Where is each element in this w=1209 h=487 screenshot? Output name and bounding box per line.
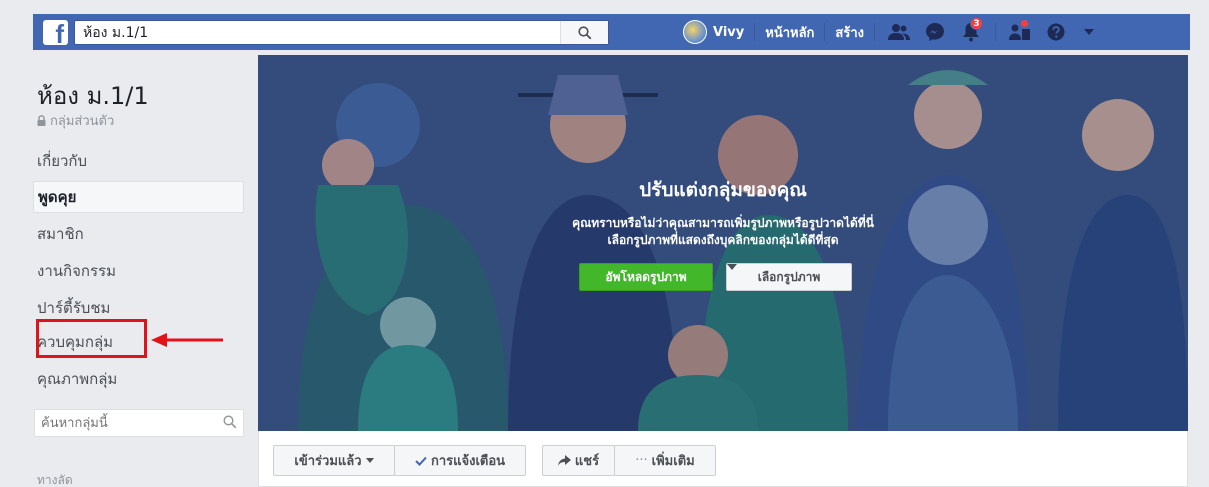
annotation-highlight-box (36, 319, 147, 358)
account-menu-button[interactable] (1074, 14, 1104, 50)
shortcuts-heading: ทางลัด (37, 473, 73, 487)
caret-down-icon (365, 458, 374, 463)
sidebar-item-label: พูดคุย (38, 188, 77, 206)
facebook-logo[interactable]: f (43, 19, 68, 49)
messenger-icon (926, 23, 944, 41)
joined-label: เข้าร่วมแล้ว (294, 454, 362, 469)
notifications-setting-label: การแจ้งเตือน (430, 454, 506, 469)
lock-icon (37, 115, 46, 126)
nav-right: Vivy หน้าหลัก สร้าง 3 (683, 14, 1104, 50)
caret-down-icon (1084, 29, 1094, 35)
messenger-button[interactable] (917, 14, 953, 50)
cover-title: ปรับแต่งกลุ่มของคุณ (639, 179, 807, 201)
choose-photo-label: เลือกรูปภาพ (757, 269, 821, 284)
notifications-button[interactable]: 3 (953, 14, 989, 50)
more-button[interactable]: ··· เพิ่มเติม (614, 445, 716, 476)
sidebar-item-group-quality[interactable]: คุณภาพกลุ่ม (33, 363, 244, 395)
sidebar-item-discussion[interactable]: พูดคุย (33, 181, 244, 213)
sidebar-item-label: เกี่ยวกับ (37, 152, 88, 170)
quick-help-button[interactable] (1002, 14, 1038, 50)
blue-header: f Vivy หน้าหลัก สร้าง 3 (33, 14, 1190, 50)
search-button[interactable] (560, 21, 608, 44)
group-privacy-label: กลุ่มส่วนตัว (50, 114, 115, 129)
search-icon (577, 25, 591, 39)
share-arrow-icon (557, 455, 571, 466)
caret-down-icon (727, 264, 737, 270)
cover-description: คุณทราบหรือไม่ว่าคุณสามารถเพิ่มรูปภาพหรื… (498, 215, 948, 249)
facebook-logo-letter: f (55, 19, 64, 49)
choose-photo-button[interactable]: เลือกรูปภาพ (726, 263, 852, 291)
more-dots-icon: ··· (635, 453, 648, 468)
notification-badge: 3 (970, 17, 983, 30)
share-label: แชร์ (574, 454, 600, 469)
annotation-arrow-icon (151, 333, 223, 347)
alert-dot (1020, 19, 1029, 28)
checkmark-icon (415, 456, 427, 466)
cover-description-line: เลือกรูปภาพที่แสดงถึงบุคลิกของกลุ่มได้ดี… (607, 233, 839, 247)
global-search (74, 20, 609, 45)
help-icon (1047, 23, 1065, 41)
divider (995, 23, 996, 41)
top-navigation-bar: f Vivy หน้าหลัก สร้าง 3 (0, 0, 1209, 52)
help-button[interactable] (1038, 14, 1074, 50)
group-privacy: กลุ่มส่วนตัว (37, 110, 114, 131)
create-link[interactable]: สร้าง (825, 22, 874, 43)
user-avatar[interactable] (683, 20, 707, 44)
divider (874, 23, 875, 41)
friends-icon (888, 24, 910, 40)
profile-link[interactable]: Vivy (713, 25, 754, 40)
joined-button[interactable]: เข้าร่วมแล้ว (273, 445, 395, 476)
sidebar-item-members[interactable]: สมาชิก (33, 218, 244, 250)
friends-button[interactable] (881, 14, 917, 50)
notifications-setting-button[interactable]: การแจ้งเตือน (394, 445, 526, 476)
group-search (34, 409, 244, 437)
upload-photo-button[interactable]: อัพโหลดรูปภาพ (579, 263, 713, 291)
sidebar-item-about[interactable]: เกี่ยวกับ (33, 145, 244, 177)
home-link[interactable]: หน้าหลัก (755, 22, 824, 43)
sidebar-item-label: งานกิจกรรม (37, 262, 116, 280)
group-search-input[interactable] (35, 410, 205, 436)
global-search-input[interactable] (75, 21, 555, 44)
more-label: เพิ่มเติม (651, 454, 695, 469)
cover-description-line: คุณทราบหรือไม่ว่าคุณสามารถเพิ่มรูปภาพหรื… (572, 216, 874, 230)
cover-photo: ปรับแต่งกลุ่มของคุณ คุณทราบหรือไม่ว่าคุณ… (258, 55, 1188, 431)
group-action-bar: เข้าร่วมแล้ว การแจ้งเตือน แชร์ ··· เพิ่ม… (258, 431, 1188, 487)
sidebar-item-label: สมาชิก (37, 225, 84, 243)
sidebar-item-label: ปาร์ตี้รับชม (37, 299, 111, 317)
share-button[interactable]: แชร์ (542, 445, 615, 476)
search-icon (223, 415, 237, 429)
sidebar-item-label: คุณภาพกลุ่ม (37, 370, 118, 388)
sidebar-item-events[interactable]: งานกิจกรรม (33, 255, 244, 287)
